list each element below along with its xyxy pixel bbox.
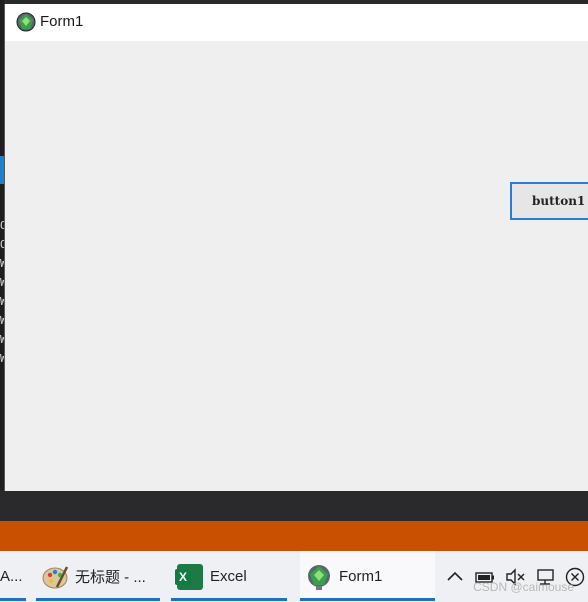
taskbar: A... 无标题 - ... X Excel Form1 — [0, 551, 588, 602]
excel-icon-wrapper: X — [175, 563, 204, 591]
taskbar-item-label: A... — [0, 568, 23, 585]
desktop-orange-band — [0, 521, 588, 551]
taskbar-item-indicator — [300, 598, 435, 601]
excel-icon: X — [175, 563, 203, 590]
chevron-up-icon[interactable] — [444, 566, 466, 588]
form1-window[interactable]: Form1 button1 — [4, 4, 588, 491]
taskbar-item-paint[interactable]: 无标题 - ... — [36, 551, 160, 602]
button1[interactable]: button1 — [510, 182, 588, 220]
desktop-dark-band — [0, 491, 588, 521]
taskbar-item-form1[interactable]: Form1 — [300, 551, 435, 602]
taskbar-item-label: Excel — [210, 568, 247, 585]
form-app-icon — [308, 564, 330, 590]
excel-icon-letter: X — [175, 568, 191, 585]
taskbar-item-indicator — [36, 598, 160, 601]
taskbar-item-excel[interactable]: X Excel — [171, 551, 287, 602]
paint-icon — [42, 565, 69, 588]
watermark: CSDN @caimouse — [473, 580, 574, 594]
taskbar-item-indicator — [0, 598, 26, 601]
taskbar-item-partial[interactable]: A... — [0, 551, 26, 602]
form-app-icon — [16, 12, 36, 32]
window-title: Form1 — [40, 13, 84, 30]
taskbar-item-label: 无标题 - ... — [75, 569, 146, 586]
taskbar-item-label: Form1 — [339, 568, 383, 585]
window-titlebar[interactable]: Form1 — [5, 4, 588, 41]
system-tray — [444, 551, 588, 602]
taskbar-item-indicator — [171, 598, 287, 601]
